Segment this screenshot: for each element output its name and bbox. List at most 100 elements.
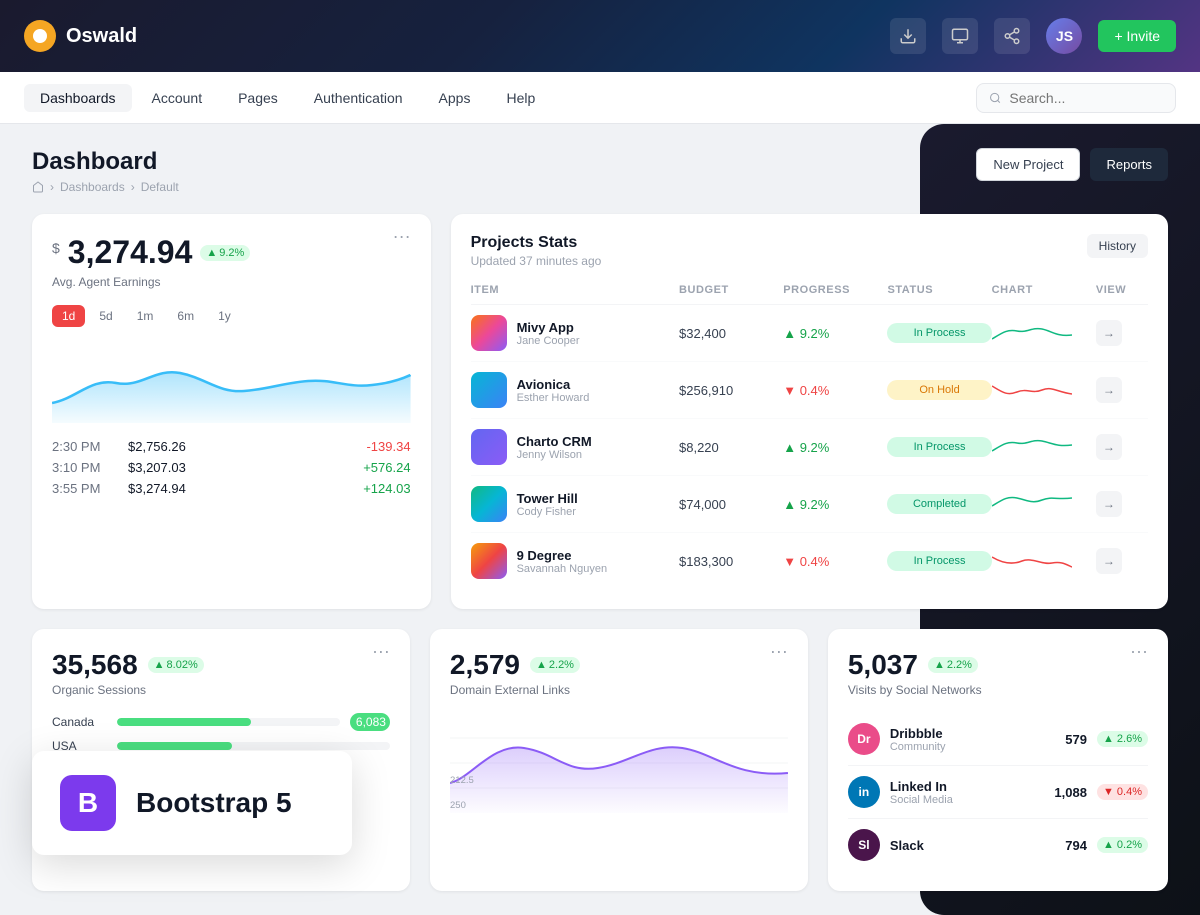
domain-chart: 250 212.5: [450, 713, 788, 813]
time-5d[interactable]: 5d: [89, 305, 122, 327]
sparkline-charto: [992, 435, 1096, 459]
nav-help[interactable]: Help: [490, 84, 551, 112]
earnings-row-1: 2:30 PM $2,756.26 -139.34: [52, 439, 411, 454]
nav-pages[interactable]: Pages: [222, 84, 294, 112]
dribbble-icon: Dr: [848, 723, 880, 755]
earnings-more-button[interactable]: ···: [393, 226, 411, 247]
view-mivy[interactable]: →: [1096, 320, 1122, 346]
time-3: 3:55 PM: [52, 481, 112, 496]
slack-name: Slack: [890, 838, 924, 853]
slack-icon: Sl: [848, 829, 880, 861]
time-1: 2:30 PM: [52, 439, 112, 454]
bar-val-canada: 6,083: [350, 713, 390, 731]
earnings-value: 3,274.94: [68, 234, 193, 271]
col-item: ITEM: [471, 284, 679, 296]
invite-button[interactable]: + Invite: [1098, 20, 1176, 52]
linkedin-name: Linked In: [890, 779, 953, 794]
project-person-charto: Jenny Wilson: [517, 449, 592, 461]
domain-label: Domain External Links: [450, 683, 788, 697]
status-mivy: In Process: [887, 323, 991, 343]
social-label: Visits by Social Networks: [848, 683, 1148, 697]
nav-apps[interactable]: Apps: [423, 84, 487, 112]
project-info-mivy: Mivy App Jane Cooper: [471, 315, 679, 351]
projects-header: Projects Stats Updated 37 minutes ago Hi…: [471, 234, 1148, 268]
project-avatar-avionica: [471, 372, 507, 408]
project-info-9degree: 9 Degree Savannah Nguyen: [471, 543, 679, 579]
time-1m[interactable]: 1m: [127, 305, 164, 327]
bootstrap-overlay: B Bootstrap 5: [32, 751, 352, 855]
earnings-subtitle: Avg. Agent Earnings: [52, 275, 411, 289]
dribbble-type: Community: [890, 741, 946, 753]
budget-avionica: $256,910: [679, 383, 783, 398]
share-icon[interactable]: [994, 18, 1030, 54]
earnings-badge: ▲ 9.2%: [200, 245, 250, 261]
bar-row-canada: Canada 6,083: [52, 713, 390, 731]
projects-subtitle: Updated 37 minutes ago: [471, 254, 602, 268]
linkedin-icon: in: [848, 776, 880, 808]
status-charto: In Process: [887, 437, 991, 457]
amount-1: $2,756.26: [128, 439, 350, 454]
social-more-button[interactable]: ···: [1130, 641, 1148, 662]
status-tower: Completed: [887, 494, 991, 514]
status-avionica: On Hold: [887, 380, 991, 400]
project-person-9degree: Savannah Nguyen: [517, 563, 608, 575]
breadcrumb-separator: ›: [50, 180, 54, 194]
project-person-avionica: Esther Howard: [517, 392, 590, 404]
dribbble-name: Dribbble: [890, 726, 946, 741]
earnings-amount-row: $ 3,274.94 ▲ 9.2%: [52, 234, 393, 271]
history-button[interactable]: History: [1087, 234, 1148, 258]
linkedin-count: 1,088: [1054, 785, 1087, 800]
top-cards-row: ··· $ 3,274.94 ▲ 9.2% Avg. Agent Earning…: [32, 214, 1168, 609]
search-box[interactable]: [976, 83, 1176, 113]
nav-account[interactable]: Account: [136, 84, 219, 112]
change-2: +576.24: [363, 460, 410, 475]
social-row-linkedin: in Linked In Social Media 1,088 ▼ 0.4%: [848, 766, 1148, 819]
time-1y[interactable]: 1y: [208, 305, 241, 327]
bar-track-usa: [117, 742, 390, 750]
table-row: Mivy App Jane Cooper $32,400 ▲ 9.2% In P…: [471, 305, 1148, 362]
progress-mivy: ▲ 9.2%: [783, 326, 887, 341]
menu-bar: Dashboards Account Pages Authentication …: [0, 72, 1200, 124]
table-row: Tower Hill Cody Fisher $74,000 ▲ 9.2% Co…: [471, 476, 1148, 533]
budget-charto: $8,220: [679, 440, 783, 455]
user-avatar[interactable]: JS: [1046, 18, 1082, 54]
slack-count: 794: [1065, 838, 1087, 853]
table-row: 9 Degree Savannah Nguyen $183,300 ▼ 0.4%…: [471, 533, 1148, 589]
project-person-tower: Cody Fisher: [517, 506, 578, 518]
progress-avionica: ▼ 0.4%: [783, 383, 887, 398]
view-charto[interactable]: →: [1096, 434, 1122, 460]
linkedin-badge: ▼ 0.4%: [1097, 784, 1148, 800]
nav-authentication[interactable]: Authentication: [298, 84, 419, 112]
view-avionica[interactable]: →: [1096, 377, 1122, 403]
domain-count: 2,579: [450, 649, 520, 681]
time-1d[interactable]: 1d: [52, 305, 85, 327]
social-card: ··· 5,037 ▲ 2.2% Visits by Social Networ…: [828, 629, 1168, 891]
col-chart: CHART: [992, 284, 1096, 296]
change-1: -139.34: [366, 439, 410, 454]
monitor-icon[interactable]: [942, 18, 978, 54]
new-project-button[interactable]: New Project: [976, 148, 1080, 181]
header-actions: New Project Reports: [976, 148, 1168, 181]
project-avatar-mivy: [471, 315, 507, 351]
projects-table-header: ITEM BUDGET PROGRESS STATUS CHART VIEW: [471, 284, 1148, 305]
bar-track-canada: [117, 718, 340, 726]
search-input[interactable]: [1009, 90, 1163, 106]
svg-text:212.5: 212.5: [450, 775, 474, 785]
view-9degree[interactable]: →: [1096, 548, 1122, 574]
budget-tower: $74,000: [679, 497, 783, 512]
table-row: Charto CRM Jenny Wilson $8,220 ▲ 9.2% In…: [471, 419, 1148, 476]
nav-dashboards[interactable]: Dashboards: [24, 84, 132, 112]
download-icon[interactable]: [890, 18, 926, 54]
domain-more-button[interactable]: ···: [770, 641, 788, 662]
slack-badge: ▲ 0.2%: [1097, 837, 1148, 853]
nav-icons: JS + Invite: [890, 18, 1176, 54]
sessions-more-button[interactable]: ···: [372, 641, 390, 662]
sparkline-9degree: [992, 549, 1096, 573]
time-2: 3:10 PM: [52, 460, 112, 475]
breadcrumb-separator2: ›: [131, 180, 135, 194]
amount-2: $3,207.03: [128, 460, 347, 475]
reports-button[interactable]: Reports: [1090, 148, 1168, 181]
time-6m[interactable]: 6m: [167, 305, 204, 327]
view-tower[interactable]: →: [1096, 491, 1122, 517]
projects-card: Projects Stats Updated 37 minutes ago Hi…: [451, 214, 1168, 609]
